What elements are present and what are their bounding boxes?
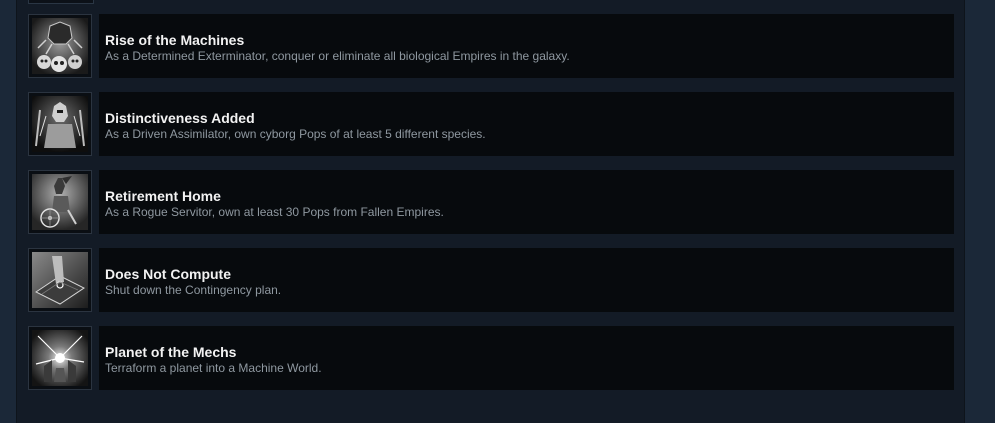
achievement-row: Distinctiveness Added As a Driven Assimi…	[28, 92, 954, 156]
machine-world-icon	[32, 330, 88, 386]
achievement-description: As a Driven Assimilator, own cyborg Pops…	[105, 127, 486, 141]
achievement-body: Distinctiveness Added As a Driven Assimi…	[99, 92, 954, 156]
achievement-body: Rise of the Machines As a Determined Ext…	[99, 14, 954, 78]
achievement-page: Rise of the Machines As a Determined Ext…	[0, 0, 995, 423]
achievement-description: As a Rogue Servitor, own at least 30 Pop…	[105, 205, 444, 219]
right-border	[964, 0, 995, 423]
achievement-body: Retirement Home As a Rogue Servitor, own…	[99, 170, 954, 234]
achievement-icon-frame	[28, 170, 92, 234]
achievement-description: Shut down the Contingency plan.	[105, 283, 282, 297]
achievement-title: Distinctiveness Added	[105, 110, 255, 126]
achievement-icon-frame	[28, 14, 92, 78]
achievement-row: Rise of the Machines As a Determined Ext…	[28, 14, 954, 78]
shutdown-switch-icon	[32, 252, 88, 308]
wheelchair-alien-icon	[32, 174, 88, 230]
achievement-body: Planet of the Mechs Terraform a planet i…	[99, 326, 954, 390]
achievement-icon-frame	[28, 248, 92, 312]
cyborg-figure-icon	[32, 96, 88, 152]
achievement-row: Retirement Home As a Rogue Servitor, own…	[28, 170, 954, 234]
skulls-robot-icon	[32, 18, 88, 74]
achievement-body: Does Not Compute Shut down the Contingen…	[99, 248, 954, 312]
achievement-description: As a Determined Exterminator, conquer or…	[105, 49, 570, 63]
achievement-row: Does Not Compute Shut down the Contingen…	[28, 248, 954, 312]
achievement-row: Planet of the Mechs Terraform a planet i…	[28, 326, 954, 390]
achievement-icon-frame	[28, 92, 92, 156]
left-border	[0, 0, 17, 423]
achievement-title: Planet of the Mechs	[105, 344, 237, 360]
previous-achievement-icon-edge	[28, 0, 94, 4]
achievement-title: Does Not Compute	[105, 266, 231, 282]
achievement-description: Terraform a planet into a Machine World.	[105, 361, 322, 375]
achievement-title: Retirement Home	[105, 188, 221, 204]
achievement-icon-frame	[28, 326, 92, 390]
achievement-title: Rise of the Machines	[105, 32, 245, 48]
